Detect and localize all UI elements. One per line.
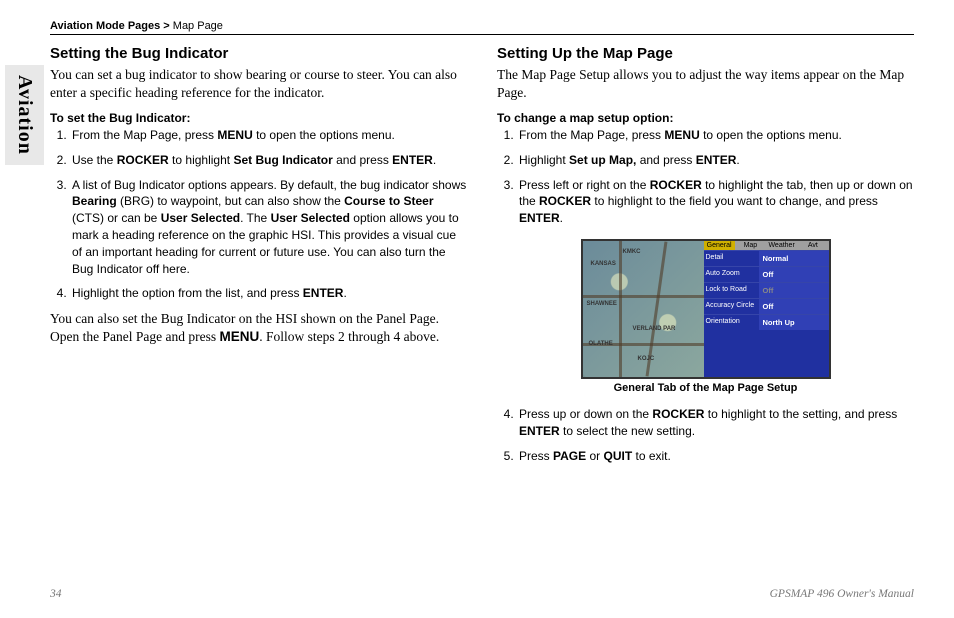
settings-row: Orientation North Up xyxy=(704,314,829,330)
left-column: Setting the Bug Indicator You can set a … xyxy=(50,45,467,472)
left-subhead: To set the Bug Indicator: xyxy=(50,111,467,125)
settings-val: Normal xyxy=(759,251,829,266)
right-subhead: To change a map setup option: xyxy=(497,111,914,125)
settings-key: Auto Zoom xyxy=(704,267,759,282)
page-footer: 34 GPSMAP 496 Owner's Manual xyxy=(50,588,914,600)
right-steps-b: Press up or down on the ROCKER to highli… xyxy=(497,406,914,464)
settings-val: Off xyxy=(759,283,829,298)
left-followup: You can also set the Bug Indicator on th… xyxy=(50,310,467,346)
list-item: Press left or right on the ROCKER to hig… xyxy=(517,177,914,227)
panel-tab-weather: Weather xyxy=(766,241,797,250)
panel-tabs: General Map Weather Avt xyxy=(704,241,829,250)
settings-key: Accuracy Circle xyxy=(704,299,759,314)
left-intro: You can set a bug indicator to show bear… xyxy=(50,66,467,101)
list-item: Highlight Set up Map, and press ENTER. xyxy=(517,152,914,169)
figure-caption: General Tab of the Map Page Setup xyxy=(581,382,831,394)
left-steps: From the Map Page, press MENU to open th… xyxy=(50,127,467,302)
page-number: 34 xyxy=(50,588,62,600)
right-heading: Setting Up the Map Page xyxy=(497,45,914,62)
manual-title: GPSMAP 496 Owner's Manual xyxy=(770,588,914,600)
list-item: A list of Bug Indicator options appears.… xyxy=(70,177,467,278)
breadcrumb-category: Aviation Mode Pages > xyxy=(50,20,170,32)
map-label: VERLAND PAR xyxy=(633,326,676,332)
setup-screenshot: KMKC KANSAS SHAWNEE OLATHE KOJC VERLAND … xyxy=(581,239,831,379)
map-label: KMKC xyxy=(623,249,641,255)
settings-panel: General Map Weather Avt Detail Normal Au… xyxy=(704,241,829,377)
map-label: SHAWNEE xyxy=(587,301,617,307)
list-item: Press PAGE or QUIT to exit. xyxy=(517,448,914,465)
list-item: From the Map Page, press MENU to open th… xyxy=(70,127,467,144)
list-item: Use the ROCKER to highlight Set Bug Indi… xyxy=(70,152,467,169)
right-steps-a: From the Map Page, press MENU to open th… xyxy=(497,127,914,227)
panel-tab-map: Map xyxy=(735,241,766,250)
settings-row: Lock to Road Off xyxy=(704,282,829,298)
settings-val: Off xyxy=(759,267,829,282)
right-column: Setting Up the Map Page The Map Page Set… xyxy=(497,45,914,472)
settings-key: Detail xyxy=(704,251,759,266)
settings-key: Orientation xyxy=(704,315,759,330)
settings-val: North Up xyxy=(759,315,829,330)
setup-figure: KMKC KANSAS SHAWNEE OLATHE KOJC VERLAND … xyxy=(581,239,831,394)
breadcrumb: Aviation Mode Pages > Map Page xyxy=(50,20,914,35)
map-preview: KMKC KANSAS SHAWNEE OLATHE KOJC VERLAND … xyxy=(583,241,704,377)
settings-row: Detail Normal xyxy=(704,250,829,266)
map-label: KOJC xyxy=(638,356,655,362)
settings-val: Off xyxy=(759,299,829,314)
list-item: From the Map Page, press MENU to open th… xyxy=(517,127,914,144)
breadcrumb-page: Map Page xyxy=(170,20,223,32)
map-label: OLATHE xyxy=(589,341,613,347)
settings-row: Auto Zoom Off xyxy=(704,266,829,282)
list-item: Highlight the option from the list, and … xyxy=(70,285,467,302)
settings-row: Accuracy Circle Off xyxy=(704,298,829,314)
left-heading: Setting the Bug Indicator xyxy=(50,45,467,62)
panel-tab-general: General xyxy=(704,241,735,250)
list-item: Press up or down on the ROCKER to highli… xyxy=(517,406,914,440)
settings-key: Lock to Road xyxy=(704,283,759,298)
map-label: KANSAS xyxy=(591,261,616,267)
panel-tab-avt: Avt xyxy=(797,241,828,250)
section-tab: Aviation xyxy=(5,65,44,165)
right-intro: The Map Page Setup allows you to adjust … xyxy=(497,66,914,101)
